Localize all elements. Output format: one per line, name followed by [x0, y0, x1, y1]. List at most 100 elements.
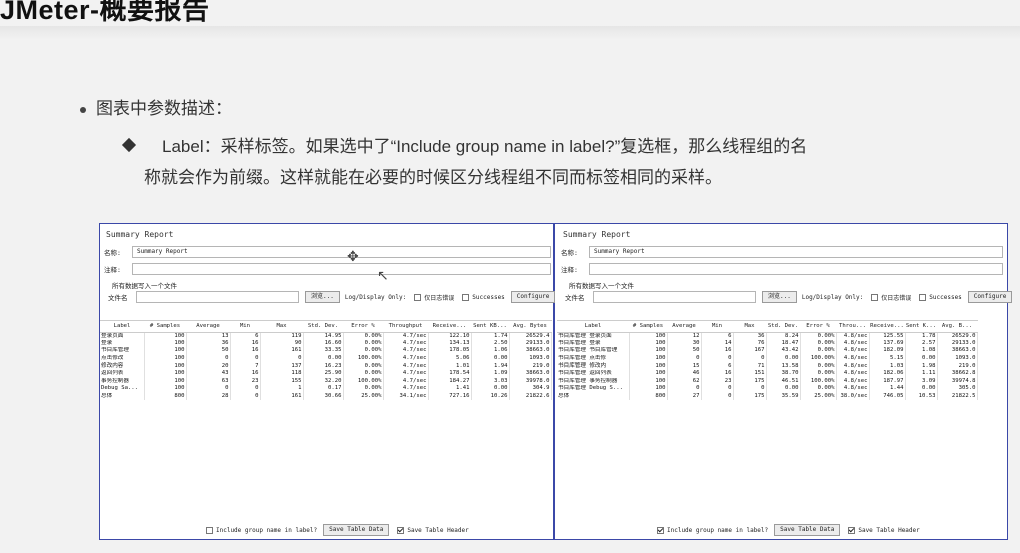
save-table-header-checkbox[interactable] — [848, 526, 856, 534]
table-cell: 39978.0 — [509, 377, 552, 386]
table-cell: 0 — [667, 354, 702, 363]
table-cell: 23 — [701, 377, 734, 386]
save-table-data-button[interactable]: Save Table Data — [323, 524, 390, 536]
table-cell: 14.95 — [303, 332, 344, 340]
errors-only-checkbox[interactable] — [871, 293, 879, 301]
table-row[interactable]: 点击修改 100 0 0 0 0.00 100.00% 4.7/sec 5.06 0.00 1093… — [100, 354, 552, 363]
table-row[interactable]: 总体 800 28 0 161 30.66 25.00% 34.1/sec 727.16 10.2… — [100, 392, 552, 401]
column-header[interactable]: Avg. B... — [937, 321, 977, 333]
row-label-cell: 书目库管理 登录页面 — [557, 332, 630, 340]
column-header[interactable]: Receive... — [428, 321, 471, 333]
jmeter-screenshot: Summary Report 名称: Summary Report 注释: 所有… — [99, 223, 1013, 540]
table-cell: 746.05 — [869, 392, 906, 401]
name-input[interactable]: Summary Report — [589, 246, 1003, 258]
table-cell: 0 — [733, 385, 767, 393]
table-cell: 0.00 — [766, 354, 801, 363]
table-cell: 38.70 — [766, 369, 801, 378]
row-label-cell: 书目库管理 书目库管理 — [557, 347, 630, 355]
column-header[interactable]: Min — [230, 321, 260, 333]
configure-button[interactable]: Configure — [510, 291, 556, 303]
column-header[interactable]: Max — [733, 321, 766, 333]
column-header[interactable]: Label — [100, 321, 144, 333]
table-row[interactable]: 书目库管理 返回列表 100 46 16 151 38.70 0.00% 4.8/sec 182… — [557, 369, 978, 378]
table-cell: 184.27 — [428, 377, 472, 386]
table-cell: 38663.0 — [509, 347, 552, 355]
table-cell: 100.00% — [800, 354, 837, 363]
configure-button[interactable]: Configure — [967, 291, 1013, 303]
name-input[interactable]: Summary Report — [132, 246, 551, 258]
column-header[interactable]: Sent K... — [905, 321, 937, 333]
table-cell: 161 — [260, 347, 304, 355]
column-header[interactable]: # Samples — [629, 321, 667, 333]
file-row: 文件名 浏览... Log/Display Only: 仅日志错误 Succes… — [108, 291, 556, 303]
save-table-data-button[interactable]: Save Table Data — [774, 524, 841, 536]
table-cell: 0.17 — [303, 385, 344, 393]
filename-input[interactable] — [593, 291, 756, 303]
table-cell: 4.7/sec — [383, 377, 429, 386]
include-group-checkbox[interactable] — [657, 526, 664, 534]
table-cell: 1.01 — [428, 362, 472, 370]
comment-input[interactable] — [589, 263, 1003, 275]
column-header[interactable]: Max — [260, 321, 303, 333]
table-cell: 0 — [230, 354, 261, 363]
column-header[interactable]: Receive... — [869, 321, 905, 333]
column-header[interactable]: Error % — [800, 321, 836, 333]
table-cell: 0.00% — [343, 347, 384, 355]
browse-button[interactable]: 浏览... — [305, 291, 340, 303]
table-cell: 0.00% — [343, 362, 384, 370]
table-row[interactable]: 书目库管理 事务控制器 100 62 23 175 46.51 100.00% 4.8/sec… — [557, 377, 978, 386]
table-row[interactable]: 书目库管理 点击修 100 0 0 0 0.00 100.00% 4.8/sec 5.15 0.0… — [557, 354, 978, 363]
row-label-cell: 点击修改 — [100, 354, 145, 363]
table-cell: 15 — [667, 362, 702, 370]
table-cell: 100 — [629, 347, 668, 355]
table-cell: 33.35 — [303, 347, 344, 355]
column-header[interactable]: Average — [186, 321, 230, 333]
column-header[interactable]: Avg. Bytes — [509, 321, 551, 333]
row-label-cell: 总体 — [557, 392, 630, 401]
table-row[interactable]: 书目库管理 登录 100 30 14 76 18.47 0.00% 4.8/sec 137.69… — [557, 339, 978, 348]
table-row[interactable]: 修改内容 100 20 7 137 16.23 0.00% 4.7/sec 1.01 1.94 21… — [100, 362, 552, 370]
table-row[interactable]: 事务控制器 100 63 23 155 32.20 100.00% 4.7/sec 184.27… — [100, 377, 552, 386]
browse-button[interactable]: 浏览... — [762, 291, 797, 303]
successes-checkbox[interactable] — [919, 293, 927, 301]
table-row[interactable]: 书目库管理 Debug S... 100 0 0 0 0.00 0.00% 4.8/sec 1.… — [557, 385, 978, 393]
table-row[interactable]: 返回列表 100 43 16 118 25.90 0.00% 4.7/sec 178.54 1.0… — [100, 369, 552, 378]
table-cell: 16 — [701, 347, 734, 355]
successes-checkbox[interactable] — [462, 293, 470, 301]
name-label: 名称: — [561, 249, 578, 257]
column-header[interactable]: Throughput — [383, 321, 428, 333]
column-header[interactable]: Throu... — [836, 321, 869, 333]
summary-table-container: Label # Samples Average Min Max Std. Dev… — [100, 320, 552, 401]
table-cell: 1.94 — [471, 362, 510, 370]
column-header[interactable]: Error % — [343, 321, 383, 333]
table-header-row: Label # Samples Average Min Max Std. Dev… — [557, 321, 977, 333]
comment-input[interactable] — [132, 263, 551, 275]
table-row[interactable]: 总体 800 27 0 175 35.59 25.00% 38.0/sec 746.05 10.5… — [557, 392, 978, 401]
table-cell: 3.03 — [471, 377, 510, 386]
table-cell: 4.7/sec — [383, 385, 429, 393]
panel-title: Summary Report — [106, 230, 174, 239]
column-header[interactable]: Label — [557, 321, 629, 333]
include-group-checkbox[interactable] — [206, 526, 213, 534]
column-header[interactable]: # Samples — [144, 321, 186, 333]
table-row[interactable]: 书目库管理 100 50 16 161 33.35 0.00% 4.7/sec 178.05 1.… — [100, 347, 552, 355]
table-row[interactable]: 登录页面 100 13 6 119 14.95 0.00% 4.7/sec 122.10 1.74… — [100, 332, 552, 340]
table-row[interactable]: 书目库管理 书目库管理 100 50 16 167 43.42 0.00% 4.8/sec 18… — [557, 347, 978, 355]
column-header[interactable]: Min — [701, 321, 733, 333]
table-cell: 0.00% — [343, 332, 384, 340]
table-row[interactable]: 书目库管理 登录页面 100 12 6 36 8.24 0.00% 4.8/sec 125.55… — [557, 332, 978, 340]
table-row[interactable]: 登录 100 36 16 90 16.60 0.00% 4.7/sec 134.13 2.50 29… — [100, 339, 552, 348]
save-table-header-checkbox[interactable] — [397, 526, 405, 534]
table-cell: 1 — [260, 385, 304, 393]
table-cell: 125.55 — [869, 332, 906, 340]
table-cell: 0 — [186, 385, 231, 393]
errors-only-checkbox[interactable] — [414, 293, 422, 301]
column-header[interactable]: Sent KB... — [471, 321, 509, 333]
column-header[interactable]: Std. Dev. — [303, 321, 343, 333]
column-header[interactable]: Std. Dev. — [766, 321, 800, 333]
sub-bullet-item: Label：采样标签。如果选中了“Include group name in l… — [121, 131, 1004, 193]
table-row[interactable]: 书目库管理 修改内 100 15 6 71 13.58 0.00% 4.8/sec 1.03 1.… — [557, 362, 978, 370]
filename-input[interactable] — [136, 291, 299, 303]
table-row[interactable]: Debug Sa... 100 0 0 1 0.17 0.00% 4.7/sec 1.41 0.0… — [100, 385, 552, 393]
column-header[interactable]: Average — [667, 321, 701, 333]
